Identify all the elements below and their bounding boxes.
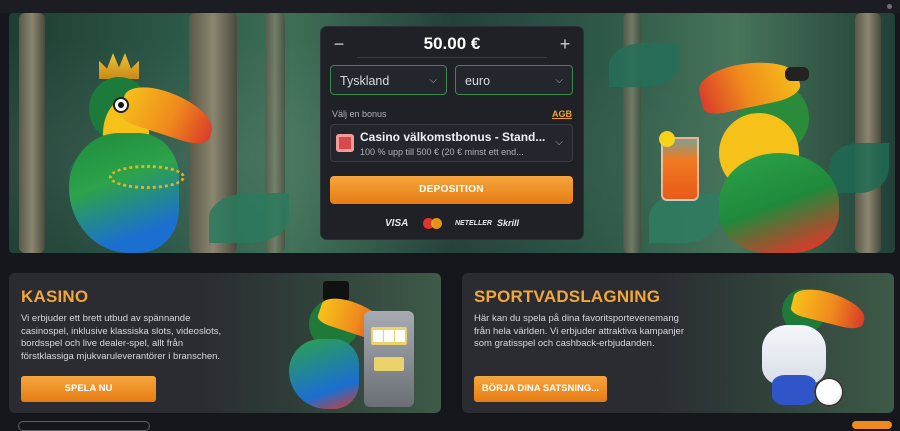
slot-machine-icon [364, 311, 414, 407]
country-select[interactable]: Tyskland ⌵ [330, 65, 447, 95]
amount-input[interactable]: 50.00 € [357, 31, 547, 58]
chevron-down-icon: ⌵ [555, 75, 563, 86]
sport-description: Här kan du spela på dina favoritsporteve… [474, 313, 684, 349]
menu-dot-icon[interactable] [887, 4, 892, 9]
bonus-subtitle: 100 % upp till 500 € (20 € minst ett end… [360, 147, 524, 157]
skrill-logo: Skrill [497, 218, 520, 228]
visa-logo: VISA [385, 218, 409, 229]
kasino-title: KASINO [21, 287, 89, 306]
payment-methods: VISA NETELLER Skrill [321, 214, 583, 234]
deposit-panel: − 50.00 € + Tyskland ⌵ euro ⌵ Välj en bo… [321, 27, 583, 239]
football-icon [814, 377, 844, 407]
lemon-slice-icon [659, 131, 675, 147]
currency-select[interactable]: euro ⌵ [455, 65, 573, 95]
kasino-description: Vi erbjuder ett brett utbud av spännande… [21, 313, 222, 362]
top-bar [0, 0, 900, 13]
sunglasses-icon [785, 67, 809, 81]
kasino-card: KASINO Vi erbjuder ett brett utbud av sp… [9, 273, 441, 413]
country-select-value: Tyskland [340, 74, 390, 88]
start-betting-button[interactable]: BÖRJA DINA SATSNING... [474, 376, 607, 402]
gift-icon [336, 134, 354, 152]
bonus-title: Casino välkomstbonus - Stand... [360, 130, 546, 144]
neteller-logo: NETELLER [455, 220, 492, 227]
bottom-outline-button[interactable] [18, 421, 150, 431]
chevron-down-icon: ⌵ [555, 137, 563, 148]
bottom-accent-button[interactable] [852, 421, 892, 429]
sport-card: SPORTVADSLAGNING Här kan du spela på din… [462, 273, 894, 413]
amount-stepper: − 50.00 € + [321, 27, 583, 61]
toucan-football-illustration [732, 279, 882, 409]
crown-icon [99, 53, 139, 79]
increase-amount-button[interactable]: + [555, 34, 575, 54]
agb-link[interactable]: AGB [552, 109, 572, 119]
toucan-cocktail-illustration [659, 43, 859, 253]
tree-trunk-decoration [19, 13, 45, 253]
toucan-king-illustration [69, 53, 239, 253]
deposit-button[interactable]: DEPOSITION [330, 176, 573, 204]
mastercard-logo-icon [423, 218, 443, 229]
bonus-label: Välj en bonus [332, 109, 387, 119]
gold-chain-decoration [109, 165, 185, 189]
play-now-button[interactable]: SPELA NU [21, 376, 156, 402]
decrease-amount-button[interactable]: − [329, 34, 349, 54]
currency-select-value: euro [465, 74, 491, 88]
bonus-select[interactable]: Casino välkomstbonus - Stand... 100 % up… [330, 124, 573, 162]
chevron-down-icon: ⌵ [429, 75, 437, 86]
sport-title: SPORTVADSLAGNING [474, 287, 661, 306]
